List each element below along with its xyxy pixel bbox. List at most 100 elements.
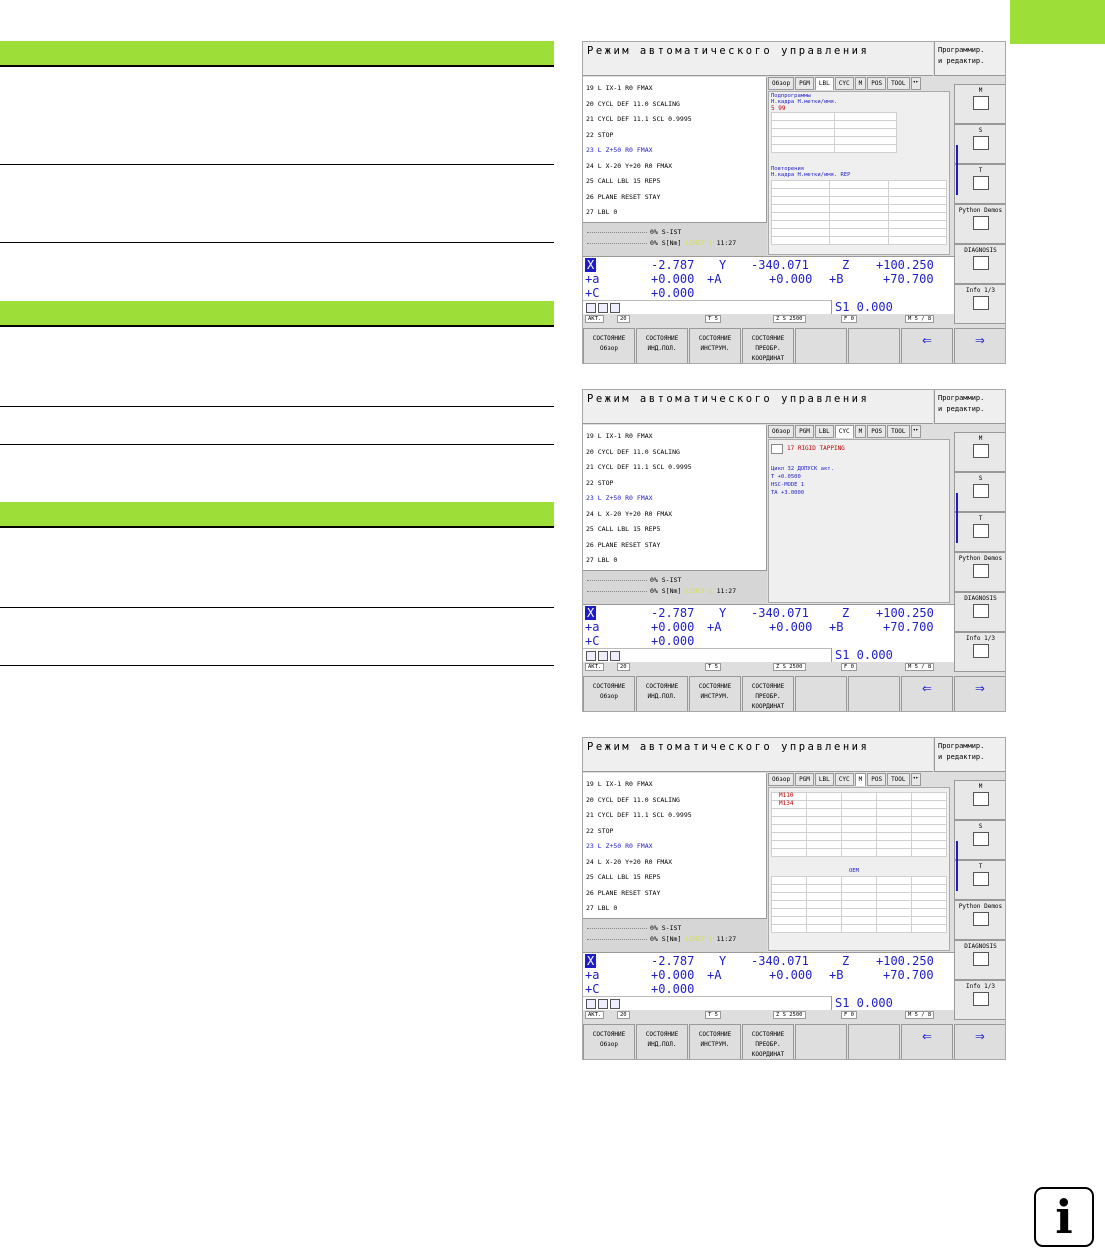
spindle-key[interactable]: S	[954, 472, 1005, 512]
spindle-key[interactable]: S	[954, 124, 1005, 164]
tab-pgm[interactable]: PGM	[795, 773, 814, 786]
softkey-7[interactable]: ⇐	[901, 676, 953, 711]
program-line[interactable]: 25 CALL LBL 15 REP5	[586, 525, 660, 533]
softkey-2[interactable]: СОСТОЯНИЕ ИНД.ПОЛ.	[636, 676, 688, 711]
program-line[interactable]: 23 L Z+50 R0 FMAX	[586, 842, 653, 850]
tab-обзор[interactable]: Обзор	[768, 77, 795, 90]
softkey-2[interactable]: СОСТОЯНИЕ ИНД.ПОЛ.	[636, 328, 688, 363]
program-line[interactable]: 20 CYCL DEF 11.0 SCALING	[586, 796, 680, 804]
softkey-7[interactable]: ⇐	[901, 1024, 953, 1059]
mode-switch-button[interactable]: Программир. и редактир.	[934, 738, 1005, 772]
tab-scroll-icon[interactable]: ◂▸	[910, 77, 921, 90]
python-demos-key[interactable]: Python Demos	[954, 900, 1005, 940]
softkey-8[interactable]: ⇒	[954, 328, 1005, 363]
tab-m[interactable]: M	[854, 425, 867, 438]
softkey-1[interactable]: СОСТОЯНИЕ Обзор	[583, 328, 635, 363]
softkey-8[interactable]: ⇒	[954, 1024, 1005, 1059]
m-function-key[interactable]: M	[954, 84, 1005, 124]
tab-m[interactable]: M	[854, 77, 867, 90]
tab-lbl[interactable]: LBL	[814, 77, 834, 90]
program-line[interactable]: 19 L IX-1 R0 FMAX	[586, 84, 653, 92]
mode-switch-button[interactable]: Программир. и редактир.	[934, 42, 1005, 76]
tab-tool[interactable]: TOOL	[887, 773, 910, 786]
tab-scroll-icon[interactable]: ◂▸	[910, 773, 921, 786]
program-line[interactable]: 27 LBL 0	[586, 556, 617, 564]
info-key[interactable]: Info 1/3	[954, 284, 1005, 324]
tab-pgm[interactable]: PGM	[795, 77, 814, 90]
softkey-5[interactable]	[795, 1024, 847, 1059]
softkey-5[interactable]	[795, 676, 847, 711]
program-line[interactable]: 25 CALL LBL 15 REP5	[586, 177, 660, 185]
m-function-key[interactable]: M	[954, 432, 1005, 472]
program-line[interactable]: 19 L IX-1 R0 FMAX	[586, 432, 653, 440]
tab-tool[interactable]: TOOL	[887, 77, 910, 90]
softkey-8[interactable]: ⇒	[954, 676, 1005, 711]
info-key[interactable]: Info 1/3	[954, 632, 1005, 672]
program-line[interactable]: 20 CYCL DEF 11.0 SCALING	[586, 100, 680, 108]
softkey-4[interactable]: СОСТОЯНИЕ ПРЕОБР. КООРДИНАТ	[742, 676, 794, 711]
program-line[interactable]: 21 CYCL DEF 11.1 SCL 0.9995	[586, 115, 692, 123]
diagnosis-key[interactable]: DIAGNOSIS	[954, 592, 1005, 632]
bar-m: M 5 / 8	[905, 315, 935, 323]
tab-обзор[interactable]: Обзор	[768, 425, 795, 438]
program-line[interactable]: 22 STOP	[586, 827, 613, 835]
tab-tool[interactable]: TOOL	[887, 425, 910, 438]
softkey-3[interactable]: СОСТОЯНИЕ ИНСТРУМ.	[689, 328, 741, 363]
tab-pos[interactable]: POS	[867, 77, 887, 90]
program-line[interactable]: 21 CYCL DEF 11.1 SCL 0.9995	[586, 811, 692, 819]
axis-x_label[interactable]: X	[585, 606, 597, 620]
info-key[interactable]: Info 1/3	[954, 980, 1005, 1020]
diagnosis-key[interactable]: DIAGNOSIS	[954, 940, 1005, 980]
program-line[interactable]: 26 PLANE RESET STAY	[586, 889, 660, 897]
program-line[interactable]: 23 L Z+50 R0 FMAX	[586, 146, 653, 154]
softkey-2[interactable]: СОСТОЯНИЕ ИНД.ПОЛ.	[636, 1024, 688, 1059]
program-line[interactable]: 24 L X-20 Y+20 R0 FMAX	[586, 858, 672, 866]
program-line[interactable]: 25 CALL LBL 15 REP5	[586, 873, 660, 881]
tab-cyc[interactable]: CYC	[834, 773, 854, 786]
softkey-3[interactable]: СОСТОЯНИЕ ИНСТРУМ.	[689, 676, 741, 711]
diagnosis-key[interactable]: DIAGNOSIS	[954, 244, 1005, 284]
program-line[interactable]: 23 L Z+50 R0 FMAX	[586, 494, 653, 502]
softkey-7[interactable]: ⇐	[901, 328, 953, 363]
program-line[interactable]: 26 PLANE RESET STAY	[586, 193, 660, 201]
tab-pgm[interactable]: PGM	[795, 425, 814, 438]
softkey-4[interactable]: СОСТОЯНИЕ ПРЕОБР. КООРДИНАТ	[742, 1024, 794, 1059]
tab-pos[interactable]: POS	[867, 773, 887, 786]
axis-x_label[interactable]: X	[585, 258, 597, 272]
tool-key[interactable]: T	[954, 512, 1005, 552]
program-line[interactable]: 24 L X-20 Y+20 R0 FMAX	[586, 510, 672, 518]
program-line[interactable]: 27 LBL 0	[586, 904, 617, 912]
program-line[interactable]: 21 CYCL DEF 11.1 SCL 0.9995	[586, 463, 692, 471]
tab-m[interactable]: M	[854, 773, 867, 786]
axis-x_label[interactable]: X	[585, 954, 597, 968]
softkey-5[interactable]	[795, 328, 847, 363]
softkey-1[interactable]: СОСТОЯНИЕ Обзор	[583, 1024, 635, 1059]
softkey-1[interactable]: СОСТОЯНИЕ Обзор	[583, 676, 635, 711]
tool-key[interactable]: T	[954, 860, 1005, 900]
python-demos-key[interactable]: Python Demos	[954, 552, 1005, 592]
tab-scroll-icon[interactable]: ◂▸	[910, 425, 921, 438]
program-line[interactable]: 22 STOP	[586, 131, 613, 139]
softkey-3[interactable]: СОСТОЯНИЕ ИНСТРУМ.	[689, 1024, 741, 1059]
tab-cyc[interactable]: CYC	[834, 77, 854, 90]
program-line[interactable]: 24 L X-20 Y+20 R0 FMAX	[586, 162, 672, 170]
m-function-key[interactable]: M	[954, 780, 1005, 820]
softkey-6[interactable]	[848, 1024, 900, 1059]
program-line[interactable]: 20 CYCL DEF 11.0 SCALING	[586, 448, 680, 456]
program-line[interactable]: 26 PLANE RESET STAY	[586, 541, 660, 549]
tab-cyc[interactable]: CYC	[834, 425, 854, 438]
program-line[interactable]: 27 LBL 0	[586, 208, 617, 216]
softkey-6[interactable]	[848, 328, 900, 363]
tab-обзор[interactable]: Обзор	[768, 773, 795, 786]
spindle-key[interactable]: S	[954, 820, 1005, 860]
program-line[interactable]: 19 L IX-1 R0 FMAX	[586, 780, 653, 788]
softkey-6[interactable]	[848, 676, 900, 711]
program-line[interactable]: 22 STOP	[586, 479, 613, 487]
tool-key[interactable]: T	[954, 164, 1005, 204]
softkey-4[interactable]: СОСТОЯНИЕ ПРЕОБР. КООРДИНАТ	[742, 328, 794, 363]
tab-pos[interactable]: POS	[867, 425, 887, 438]
tab-lbl[interactable]: LBL	[814, 425, 834, 438]
python-demos-key[interactable]: Python Demos	[954, 204, 1005, 244]
mode-switch-button[interactable]: Программир. и редактир.	[934, 390, 1005, 424]
tab-lbl[interactable]: LBL	[814, 773, 834, 786]
